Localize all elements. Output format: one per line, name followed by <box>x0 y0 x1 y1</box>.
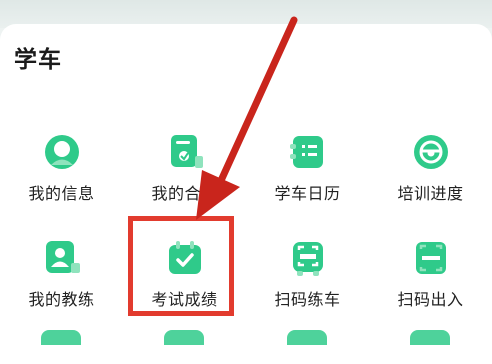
coach-icon <box>42 238 82 278</box>
calendar-icon <box>288 132 328 172</box>
grid-item-label: 培训进度 <box>397 184 464 203</box>
grid-item-label: 我的教练 <box>28 290 95 309</box>
person-icon <box>42 132 82 172</box>
grid-item-label: 扫码出入 <box>397 290 464 309</box>
grid-item-scan-entry[interactable]: 扫码出入 <box>369 216 492 322</box>
grid-item-label: 扫码练车 <box>274 290 341 309</box>
scan-car-icon <box>288 238 328 278</box>
next-row-icon <box>41 330 81 345</box>
next-row-icon <box>164 330 204 345</box>
grid-item-label: 我的信息 <box>28 184 95 203</box>
annotation-highlight-box <box>128 216 234 316</box>
section-title: 学车 <box>14 47 62 73</box>
next-row-peek <box>0 330 492 345</box>
grid-item-label: 我的合同 <box>151 184 218 203</box>
scan-door-icon <box>411 238 451 278</box>
grid-item-my-info[interactable]: 我的信息 <box>0 110 123 216</box>
grid-item-label: 学车日历 <box>274 184 341 203</box>
contract-icon <box>165 132 205 172</box>
next-row-icon <box>410 330 450 345</box>
next-row-icon <box>287 330 327 345</box>
grid-item-my-coach[interactable]: 我的教练 <box>0 216 123 322</box>
grid-item-calendar[interactable]: 学车日历 <box>246 110 369 216</box>
grid-item-my-contract[interactable]: 我的合同 <box>123 110 246 216</box>
steering-wheel-icon <box>411 132 451 172</box>
grid-item-training-progress[interactable]: 培训进度 <box>369 110 492 216</box>
feature-grid: 我的信息 我的合同 学车日历 培训进度 我的教练 考试成绩 扫码练车 扫码出入 <box>0 110 492 322</box>
grid-item-scan-practice[interactable]: 扫码练车 <box>246 216 369 322</box>
